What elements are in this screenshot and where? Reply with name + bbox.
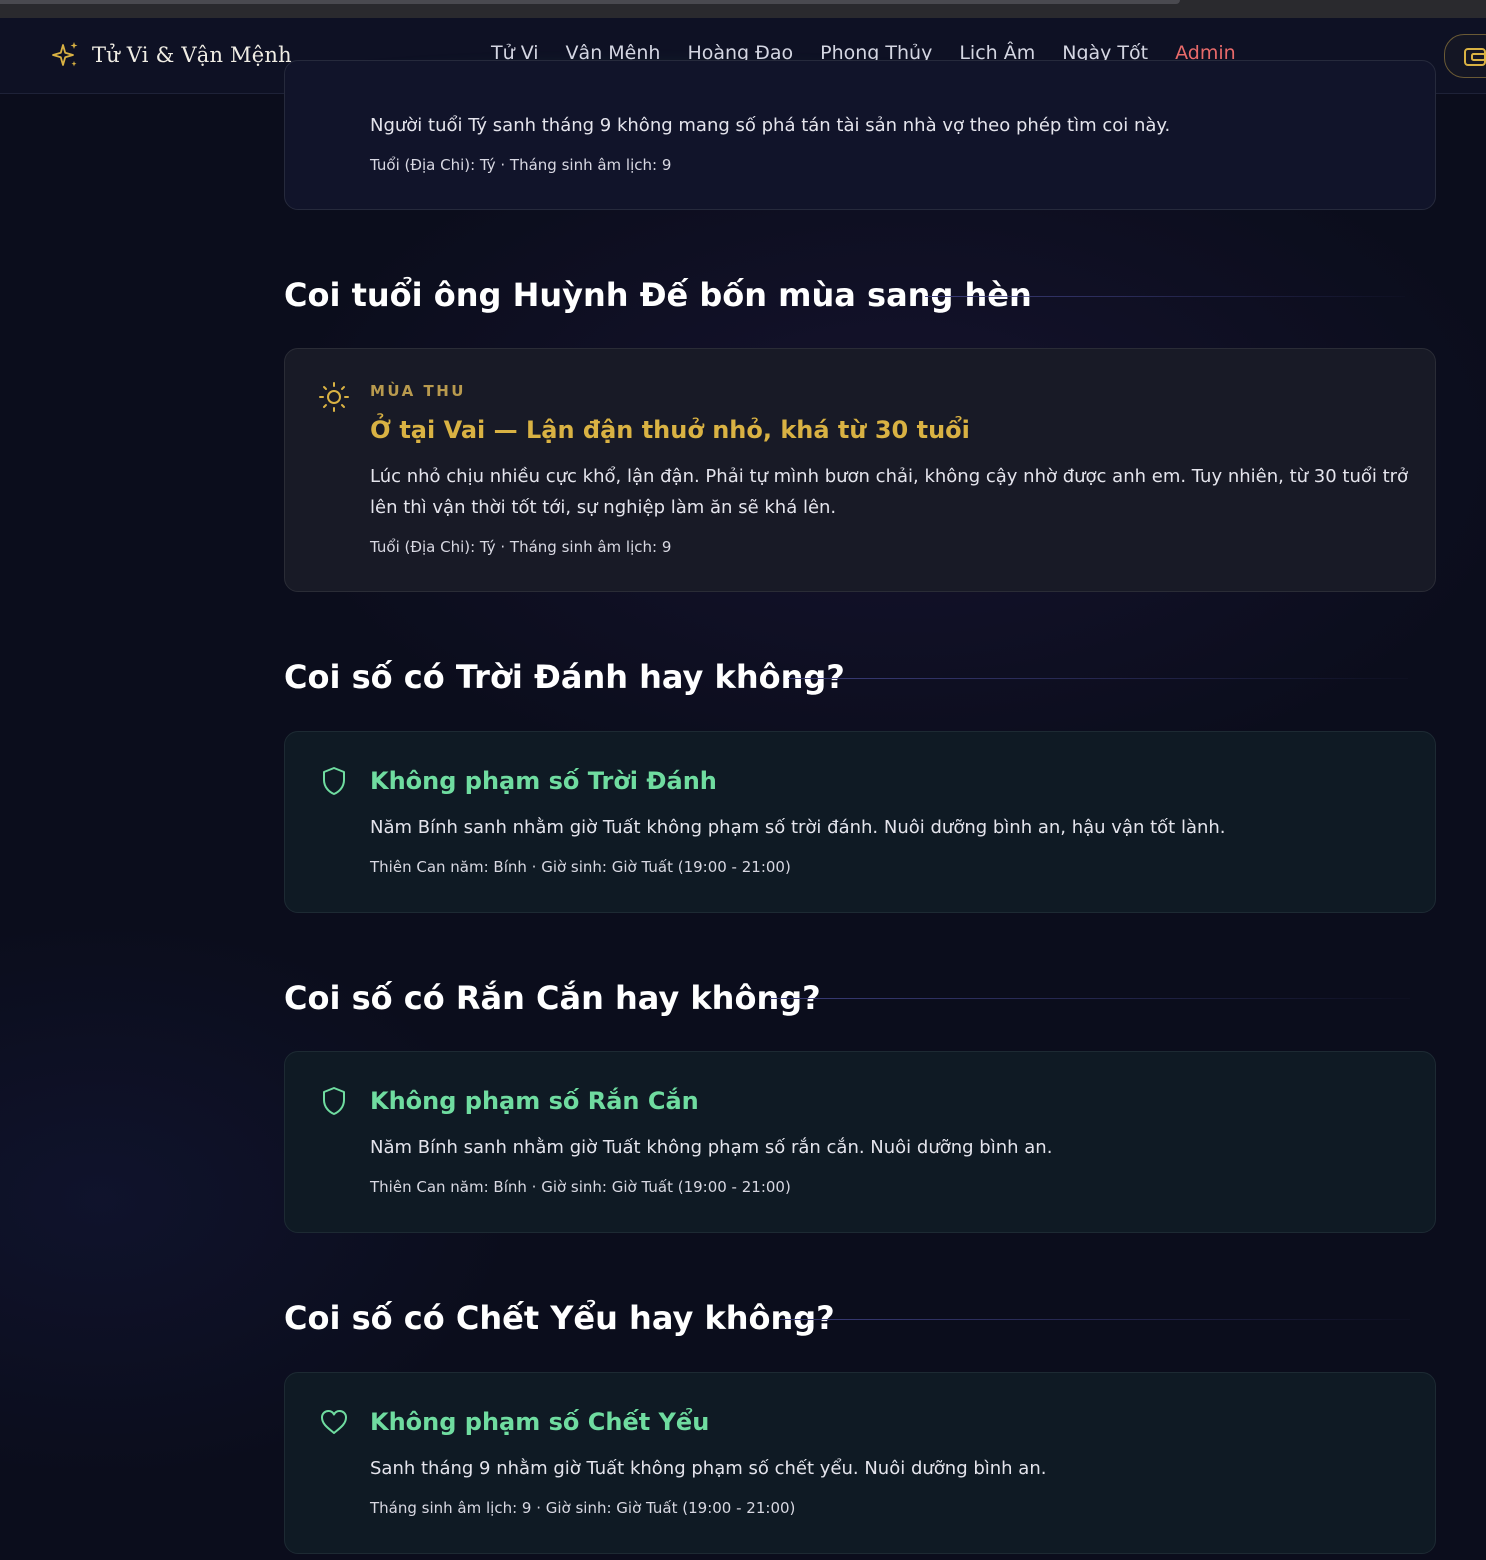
card-meta: Tuổi (Địa Chi): Tý · Tháng sinh âm lịch:… [370, 538, 672, 556]
card-body: Sanh tháng 9 nhằm giờ Tuất không phạm số… [370, 1458, 1047, 1479]
result-card-top: Người tuổi Tý sanh tháng 9 không mang số… [284, 60, 1436, 210]
sun-icon [319, 382, 349, 412]
result-card-ran-can: Không phạm số Rắn Cắn Năm Bính sanh nhằm… [284, 1051, 1436, 1233]
section-title-chet-yeu: Coi số có Chết Yểu hay không? [284, 1299, 835, 1337]
card-meta: Tuổi (Địa Chi): Tý · Tháng sinh âm lịch:… [370, 156, 672, 174]
sparkles-icon [52, 42, 78, 67]
shield-icon [323, 1087, 345, 1115]
card-body: Lúc nhỏ chịu nhiều cực khổ, lận đận. Phả… [370, 466, 1409, 518]
shield-icon [323, 767, 345, 795]
card-meta: Thiên Can năm: Bính · Giờ sinh: Giờ Tuất… [370, 1178, 791, 1196]
brand-logo-link[interactable]: Tử Vi & Vận Mệnh [50, 40, 292, 70]
card-title: Ở tại Vai — Lận đận thuở nhỏ, khá từ 30 … [370, 416, 970, 444]
browser-top-strip [0, 0, 1486, 18]
section-title-huynh-de: Coi tuổi ông Huỳnh Đế bốn mùa sang hèn [284, 276, 1032, 314]
card-meta: Thiên Can năm: Bính · Giờ sinh: Giờ Tuất… [370, 858, 791, 876]
result-card-chet-yeu: Không phạm số Chết Yểu Sanh tháng 9 nhằm… [284, 1372, 1436, 1554]
result-card-huynh-de: MÙA THU Ở tại Vai — Lận đận thuở nhỏ, kh… [284, 348, 1436, 592]
section-title-troi-danh: Coi số có Trời Đánh hay không? [284, 658, 845, 696]
card-meta: Tháng sinh âm lịch: 9 · Giờ sinh: Giờ Tu… [370, 1499, 796, 1517]
header-action-button[interactable] [1444, 34, 1486, 78]
wallet-icon [1464, 48, 1486, 66]
result-card-troi-danh: Không phạm số Trời Đánh Năm Bính sanh nh… [284, 731, 1436, 913]
heart-icon [321, 1410, 347, 1434]
card-title: Không phạm số Trời Đánh [370, 767, 717, 795]
section-divider [770, 998, 1410, 999]
card-eyebrow: MÙA THU [370, 382, 466, 400]
browser-tab-strip [0, 0, 1180, 4]
section-divider [780, 1319, 1410, 1320]
card-title: Không phạm số Rắn Cắn [370, 1087, 699, 1115]
card-body: Người tuổi Tý sanh tháng 9 không mang số… [370, 115, 1171, 136]
card-body: Năm Bính sanh nhằm giờ Tuất không phạm s… [370, 1137, 1053, 1158]
card-title: Không phạm số Chết Yểu [370, 1408, 710, 1436]
section-divider [788, 678, 1408, 679]
brand-name: Tử Vi & Vận Mệnh [92, 43, 292, 67]
section-title-ran-can: Coi số có Rắn Cắn hay không? [284, 979, 821, 1017]
section-divider [925, 296, 1405, 297]
card-body: Năm Bính sanh nhằm giờ Tuất không phạm s… [370, 817, 1226, 838]
